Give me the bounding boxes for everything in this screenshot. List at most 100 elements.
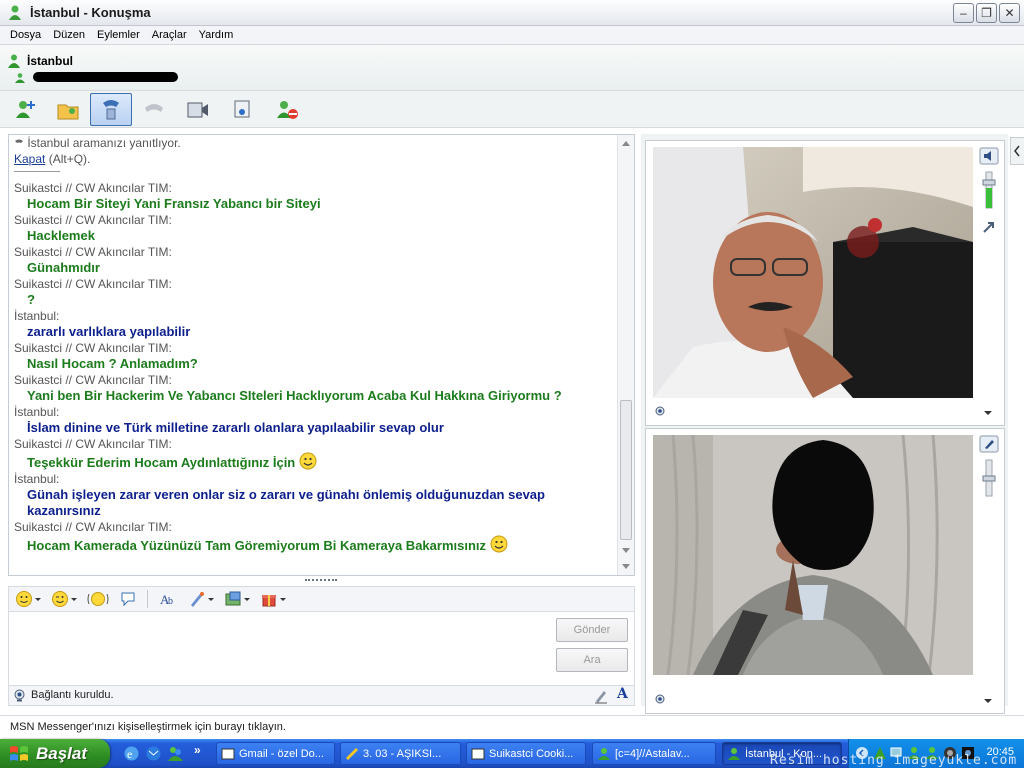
activities-button[interactable] [221,93,263,126]
text-mode-icon[interactable]: A [617,686,628,702]
send-files-button[interactable] [47,93,89,126]
hangup-shortcut: (Alt+Q). [48,152,91,166]
start-button[interactable]: Başlat [0,739,110,768]
minimize-button[interactable]: – [953,3,974,23]
menu-edit[interactable]: Düzen [47,29,91,41]
call-button[interactable] [90,93,132,126]
block-button[interactable] [266,93,308,126]
send-button[interactable]: Gönder [556,618,628,642]
outlook-express-icon[interactable] [145,745,162,762]
message-sender: İstanbul: [14,405,60,419]
hang-up-icon [145,103,163,112]
collapse-panel-button[interactable] [1010,137,1024,165]
chevron-left-icon [1014,145,1020,157]
smiley-icon [16,591,32,607]
task-music[interactable]: 3. 03 - AŞIKSI... [340,742,461,765]
contact-status-icon [8,54,20,68]
font-button[interactable]: Ab [158,589,178,609]
media-player-icon [345,747,359,760]
task-gmail[interactable]: Gmail - özel Do... [216,742,335,765]
conversation-history[interactable]: İstanbul aramanızı yanıtlıyor. Kapat (Al… [8,134,635,576]
chevron-down-icon [71,597,77,601]
send-image-button[interactable] [224,589,250,609]
mic-volume-slider[interactable] [979,458,999,498]
hangup-link[interactable]: Kapat [14,152,45,166]
message-text: ? [14,292,618,308]
message-sender: Suikastci // CW Akıncılar TIM: [14,181,172,195]
message-sender: Suikastci // CW Akıncılar TIM: [14,373,172,387]
task-label: 3. 03 - AŞIKSI... [363,747,442,760]
messenger-buddy-icon [9,5,21,20]
message-body: Hocam Bir Siteyi Yani Fransız Yabancı bi… [27,196,321,211]
conversation-scrollbar[interactable] [617,135,634,575]
scroll-down-arrow[interactable] [622,548,630,553]
menu-file[interactable]: Dosya [4,29,47,41]
window-title: İstanbul - Konuşma [30,5,151,20]
task-astalavista[interactable]: [c=4]//Astalav... [592,742,716,765]
call-answer-icon [14,136,24,146]
message-input[interactable] [8,612,635,686]
messenger-quicklaunch-icon[interactable] [167,745,184,762]
menu-help[interactable]: Yardım [193,29,240,41]
message-body: Günahmıdır [27,260,100,275]
message-text: Hocam Bir Siteyi Yani Fransız Yabancı bi… [14,196,618,212]
customize-bar[interactable]: MSN Messenger'ınızı kişiselleştirmek içi… [0,715,1024,739]
nudge-button[interactable] [87,589,109,609]
search-button[interactable]: Ara [556,648,628,672]
menu-tools[interactable]: Araçlar [146,29,193,41]
block-icon [277,100,298,119]
wink-button[interactable] [51,589,77,609]
message-sender: Suikastci // CW Akıncılar TIM: [14,437,172,451]
message-text: Günah işleyen zarar veren onlar siz o za… [14,487,618,519]
local-video-menu-arrow[interactable] [984,699,992,703]
message-list: Suikastci // CW Akıncılar TIM: Hocam Bir … [14,180,618,554]
title-bar: İstanbul - Konuşma – ❐ ✕ [0,0,1024,26]
remote-video-menu-arrow[interactable] [984,411,992,415]
background-button[interactable] [188,589,214,609]
toolbar-separator [147,590,148,608]
message-text: İslam dinine ve Türk milletine zararlı o… [14,420,618,436]
message-text: Hacklemek [14,228,618,244]
local-video-tools [979,435,999,501]
remote-video-tools [979,147,999,238]
menu-actions[interactable]: Eylemler [91,29,146,41]
voice-clip-button[interactable] [119,589,137,609]
invite-icon [16,100,35,118]
volume-slider[interactable] [979,170,999,210]
microphone-settings-icon[interactable] [979,435,999,453]
action-toolbar [0,91,1024,128]
quicklaunch-more-icon[interactable]: » [194,743,201,757]
customize-text[interactable]: MSN Messenger'ınızı kişiselleştirmek içi… [10,721,286,733]
nudge-icon [87,592,109,606]
expand-icon[interactable] [979,219,999,235]
chevron-down-icon [35,597,41,601]
chevron-down-icon [280,597,286,601]
scroll-thumb[interactable] [620,400,632,540]
resize-splitter[interactable] [305,579,337,582]
messenger-buddy-icon [598,747,610,760]
emoticon-button[interactable] [15,589,41,609]
message-sender: İstanbul: [14,309,60,323]
message-text: zararlı varlıklara yapılabilir [14,324,618,340]
remote-video-frame [645,140,1005,426]
maximize-button[interactable]: ❐ [976,3,997,23]
scroll-up-arrow[interactable] [622,141,630,146]
message-body: Hocam Kamerada Yüzünüzü Tam Göremiyorum … [27,538,487,553]
connection-status: Bağlantı kuruldu. [31,689,114,701]
speaker-icon[interactable] [979,147,999,165]
handwriting-icon[interactable] [593,688,609,704]
message-text: Günahmıdır [14,260,618,276]
task-cookie[interactable]: Suikastci Cooki... [466,742,586,765]
input-status-bar: Bağlantı kuruldu. A [8,686,635,706]
task-label: [c=4]//Astalav... [615,747,690,760]
internet-explorer-icon[interactable]: e [123,745,140,762]
window-controls: – ❐ ✕ [953,3,1020,23]
hang-up-button[interactable] [133,93,175,126]
video-button[interactable] [176,93,218,126]
scroll-end-arrow[interactable] [622,564,630,569]
close-button[interactable]: ✕ [999,3,1020,23]
start-label: Başlat [36,743,88,763]
gift-button[interactable] [260,589,286,609]
message-sender: Suikastci // CW Akıncılar TIM: [14,341,172,355]
invite-button[interactable] [4,93,46,126]
